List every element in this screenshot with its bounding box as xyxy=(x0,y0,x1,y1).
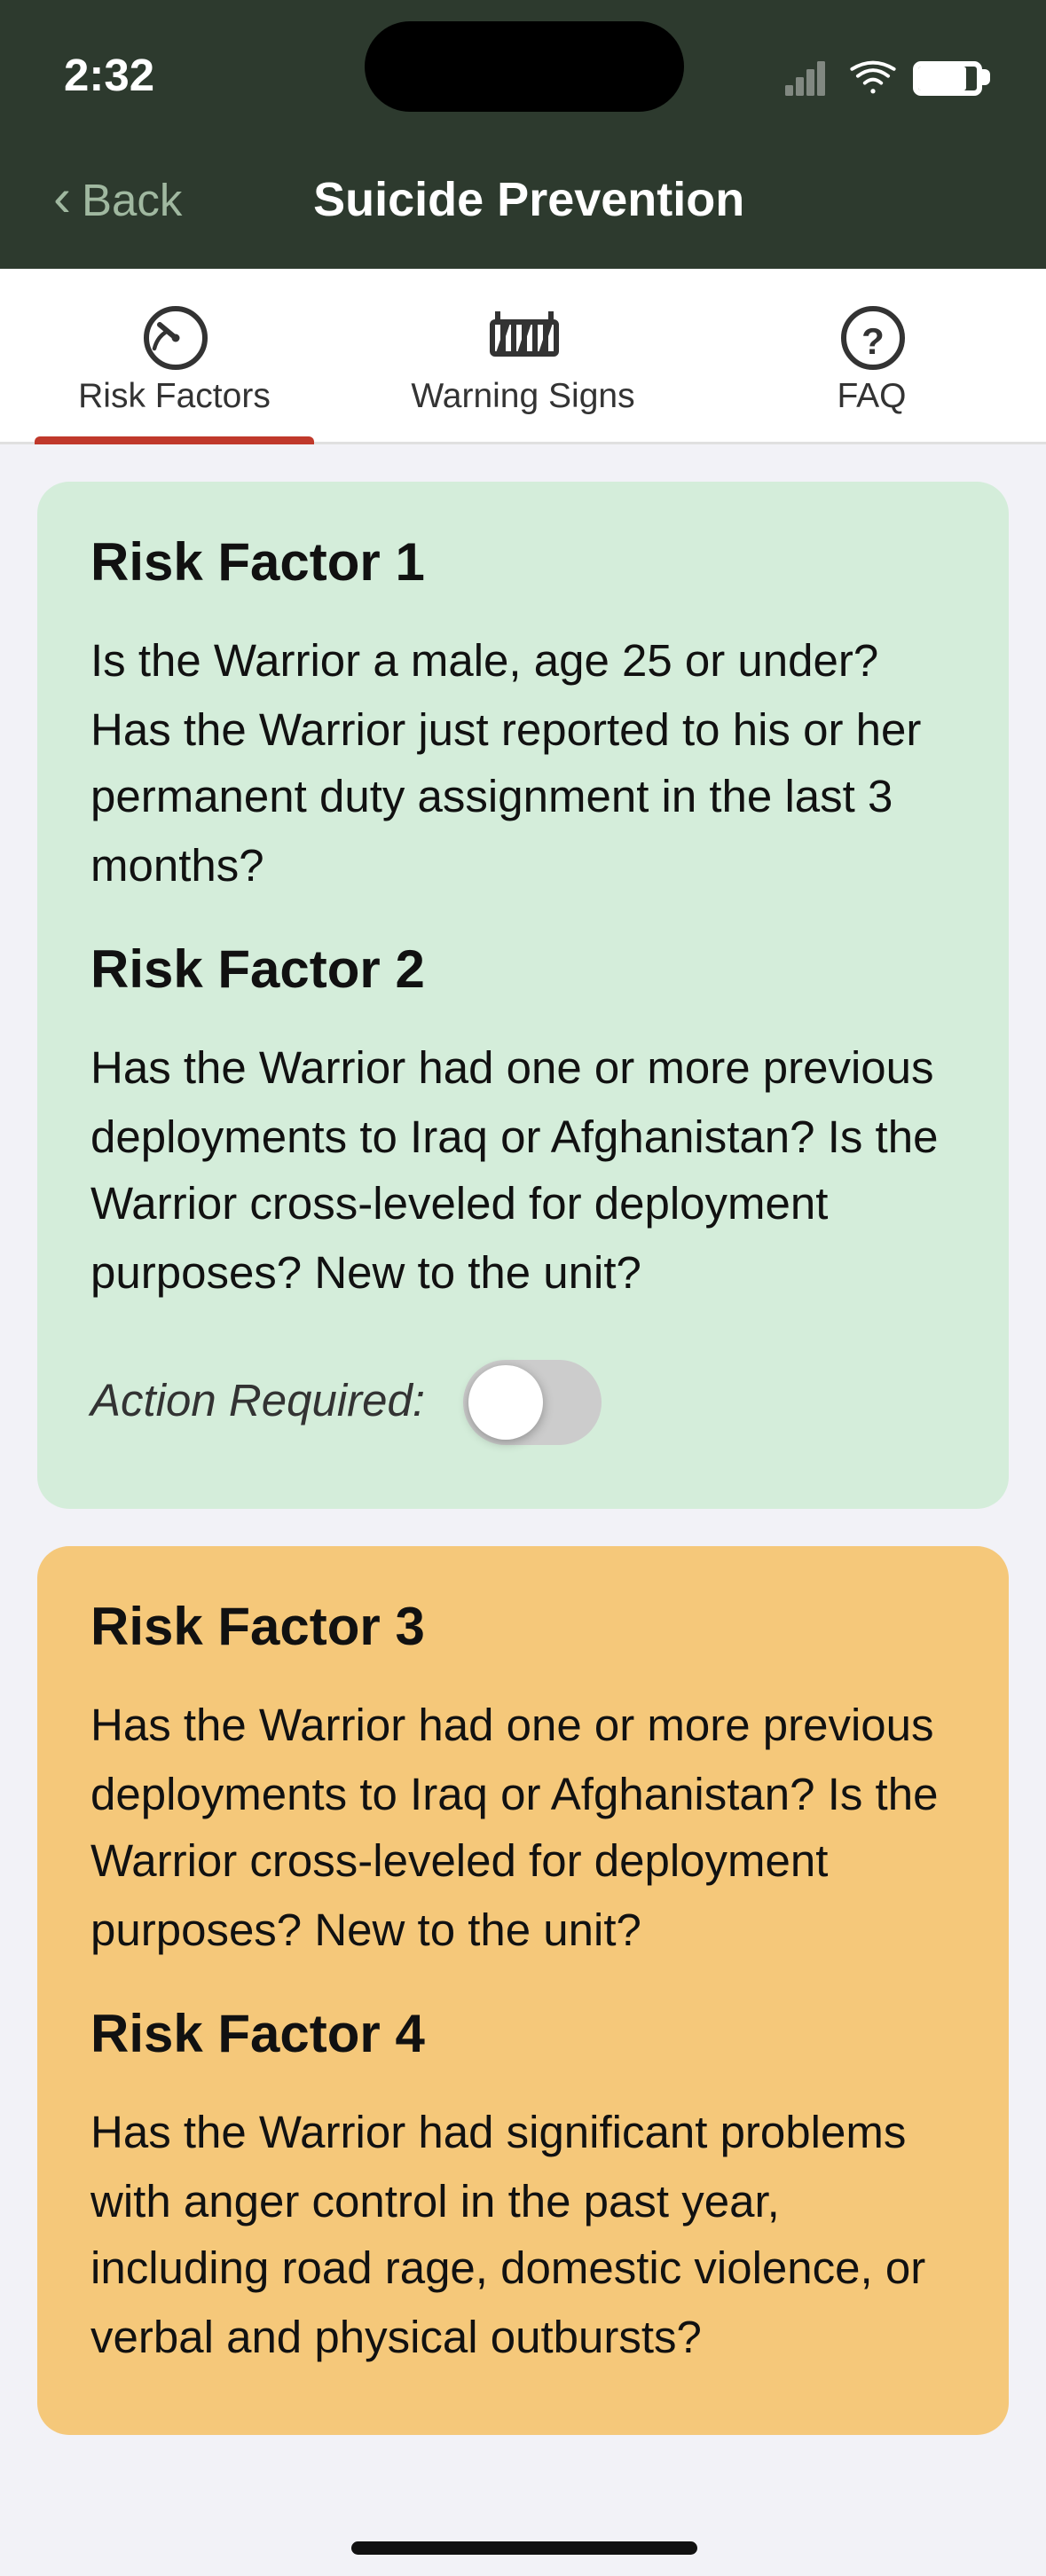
tab-faq[interactable]: ? FAQ xyxy=(697,269,1046,442)
action-required-toggle[interactable] xyxy=(462,1360,601,1445)
content-area: Risk Factor 1 Is the Warrior a male, age… xyxy=(0,444,1046,2515)
risk-factor-2-text: Has the Warrior had one or more previous… xyxy=(90,1035,956,1307)
action-row: Action Required: xyxy=(90,1360,956,1445)
home-indicator xyxy=(0,2515,1046,2576)
risk-factor-1-text: Is the Warrior a male, age 25 or under? … xyxy=(90,628,956,899)
tab-risk-factors-label: Risk Factors xyxy=(78,375,271,415)
risk-factor-4-title: Risk Factor 4 xyxy=(90,2007,956,2068)
status-time: 2:32 xyxy=(64,51,154,104)
tab-risk-factors[interactable]: Risk Factors xyxy=(0,269,349,442)
action-required-label: Action Required: xyxy=(90,1376,425,1429)
risk-factor-3-title: Risk Factor 3 xyxy=(90,1599,956,1661)
risk-factor-1-title: Risk Factor 1 xyxy=(90,535,956,596)
tab-bar: Risk Factors Warning Signs ? FAQ xyxy=(0,269,1046,444)
gauge-icon xyxy=(138,301,212,375)
card-orange: Risk Factor 3 Has the Warrior had one or… xyxy=(37,1546,1009,2435)
tab-warning-signs[interactable]: Warning Signs xyxy=(349,269,697,442)
barrier-icon xyxy=(486,301,561,375)
risk-factor-4-text: Has the Warrior had significant problems… xyxy=(90,2100,956,2371)
risk-factor-3-text: Has the Warrior had one or more previous… xyxy=(90,1692,956,1964)
dynamic-island xyxy=(364,21,683,112)
svg-text:?: ? xyxy=(861,320,884,362)
signal-icon xyxy=(785,59,833,96)
status-icons xyxy=(785,59,982,96)
back-chevron-icon: ‹ xyxy=(53,170,71,232)
back-button[interactable]: ‹ Back xyxy=(53,170,182,232)
nav-bar: ‹ Back Suicide Prevention xyxy=(0,144,1046,269)
status-bar: 2:32 xyxy=(0,0,1046,144)
toggle-thumb xyxy=(468,1365,542,1440)
card-green: Risk Factor 1 Is the Warrior a male, age… xyxy=(37,482,1009,1509)
risk-factor-2-title: Risk Factor 2 xyxy=(90,942,956,1003)
tab-faq-label: FAQ xyxy=(837,375,906,415)
wifi-icon xyxy=(849,59,897,96)
battery-icon xyxy=(913,60,982,95)
back-label: Back xyxy=(82,175,182,228)
nav-title: Suicide Prevention xyxy=(224,173,833,229)
question-icon: ? xyxy=(835,301,909,375)
home-bar xyxy=(350,2541,696,2555)
tab-warning-signs-label: Warning Signs xyxy=(411,375,634,415)
